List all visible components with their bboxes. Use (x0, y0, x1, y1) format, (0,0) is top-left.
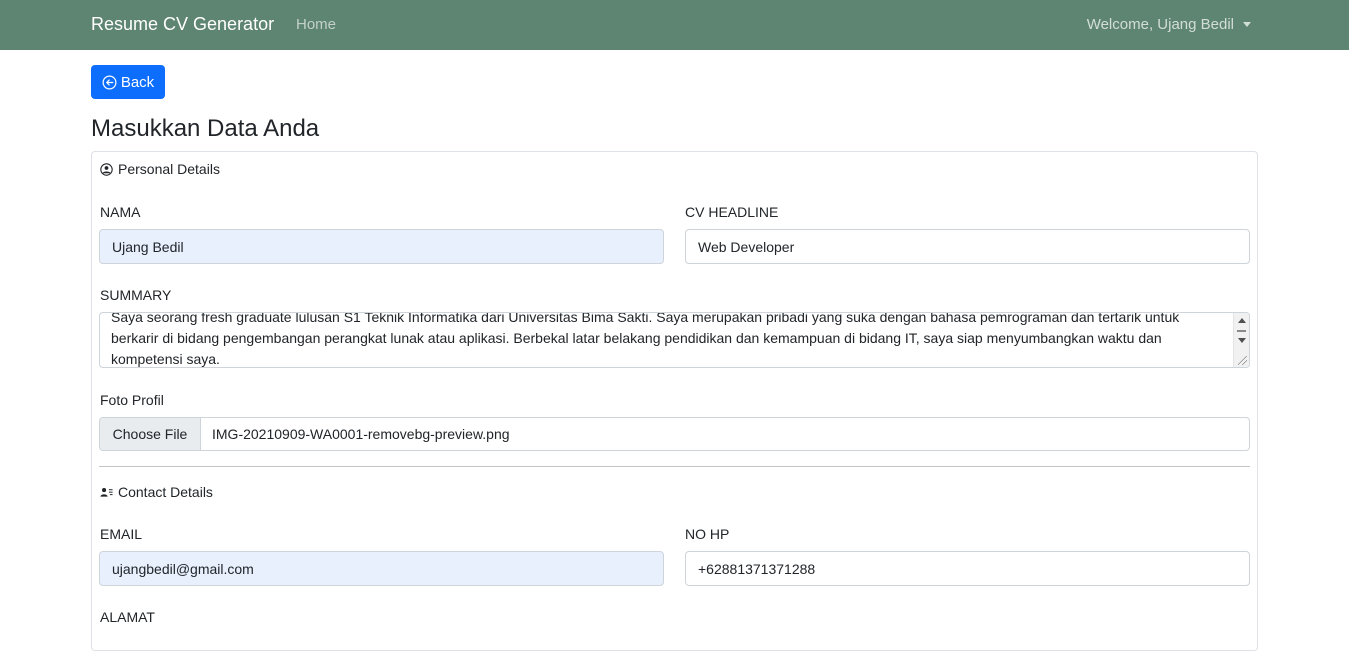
navbar: Resume CV Generator Home Welcome, Ujang … (0, 0, 1349, 50)
summary-label: SUMMARY (100, 287, 172, 303)
back-button[interactable]: Back (91, 65, 165, 99)
back-button-label: Back (120, 73, 155, 91)
email-input[interactable]: ujangbedil@gmail.com (99, 551, 664, 586)
foto-profil-label: Foto Profil (100, 392, 164, 408)
email-label: EMAIL (100, 526, 143, 542)
scroll-down-arrow-icon[interactable] (1238, 338, 1246, 343)
alamat-label: ALAMAT (100, 609, 155, 625)
summary-textarea[interactable]: Saya seorang fresh graduate lulusan S1 T… (99, 312, 1250, 368)
resize-handle-icon[interactable] (1238, 356, 1247, 365)
choose-file-button[interactable]: Choose File (100, 418, 201, 450)
person-circle-icon (100, 162, 113, 176)
contact-details-label: Contact Details (118, 484, 213, 500)
navbar-brand[interactable]: Resume CV Generator (91, 14, 274, 35)
selected-file-name: IMG-20210909-WA0001-removebg-preview.png (212, 426, 510, 442)
contact-details-heading: Contact Details (100, 484, 213, 500)
nama-input[interactable]: Ujang Bedil (99, 229, 664, 264)
person-lines-icon (100, 487, 113, 497)
cv-headline-label: CV HEADLINE (685, 204, 779, 220)
caret-down-icon (1243, 22, 1251, 27)
arrow-left-circle-icon (102, 75, 117, 89)
scroll-up-arrow-icon[interactable] (1238, 318, 1246, 323)
nama-label: NAMA (100, 204, 141, 220)
section-divider (99, 466, 1250, 467)
foto-profil-file-input[interactable]: Choose File IMG-20210909-WA0001-removebg… (99, 417, 1250, 451)
no-hp-input[interactable]: +62881371371288 (685, 551, 1250, 586)
nav-home-link[interactable]: Home (296, 16, 336, 33)
user-welcome-text: Welcome, Ujang Bedil (1086, 16, 1234, 33)
user-dropdown[interactable]: Welcome, Ujang Bedil (1087, 16, 1251, 33)
summary-text: Saya seorang fresh graduate lulusan S1 T… (111, 312, 1180, 367)
personal-details-heading: Personal Details (100, 161, 220, 177)
personal-details-label: Personal Details (118, 161, 220, 177)
cv-headline-input[interactable]: Web Developer (685, 229, 1250, 264)
no-hp-label: NO HP (685, 526, 730, 542)
scroll-thumb[interactable] (1237, 330, 1246, 332)
page-title: Masukkan Data Anda (91, 115, 320, 142)
